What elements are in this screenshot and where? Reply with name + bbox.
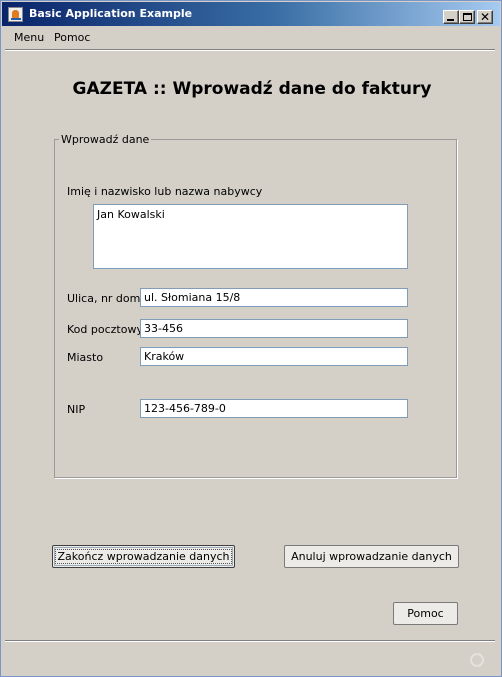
close-button[interactable]: ✕ (477, 10, 493, 24)
help-button[interactable]: Pomoc (393, 602, 458, 625)
buyer-textarea[interactable]: Jan Kowalski (93, 204, 408, 269)
postal-code-field[interactable]: 33-456 (140, 319, 408, 338)
menu-separator (5, 49, 495, 51)
nip-field[interactable]: 123-456-789-0 (140, 399, 408, 418)
busy-indicator-icon (470, 653, 484, 667)
java-app-icon (8, 7, 23, 22)
city-label: Miasto (67, 351, 104, 364)
nip-label: NIP (67, 403, 86, 416)
postal-label: Kod pocztowy (67, 323, 143, 336)
city-field[interactable]: Kraków (140, 347, 408, 366)
minimize-icon (447, 19, 454, 21)
menu-pomoc[interactable]: Pomoc (54, 31, 90, 44)
window-title: Basic Application Example (29, 7, 193, 20)
street-field[interactable]: ul. Słomiana 15/8 (140, 288, 408, 307)
page-title: GAZETA :: Wprowadź dane do faktury (72, 79, 432, 99)
buyer-label: Imię i nazwisko lub nazwa nabywcy (67, 185, 263, 198)
status-separator (5, 640, 495, 642)
menu-menu[interactable]: Menu (14, 31, 44, 44)
app-window: Basic Application Example ✕ Menu Pomoc G… (0, 0, 502, 677)
title-bar[interactable]: Basic Application Example ✕ (2, 2, 500, 26)
minimize-button[interactable] (443, 10, 459, 24)
finish-input-button[interactable]: Zakończ wprowadzanie danych (52, 545, 235, 568)
maximize-button[interactable] (459, 10, 475, 24)
menu-bar: Menu Pomoc (2, 28, 500, 48)
close-icon: ✕ (480, 10, 491, 24)
maximize-icon (463, 13, 472, 21)
group-legend: Wprowadź dane (59, 133, 152, 146)
street-label: Ulica, nr domu (67, 292, 148, 305)
finish-input-label: Zakończ wprowadzanie danych (55, 549, 232, 564)
cancel-input-button[interactable]: Anuluj wprowadzanie danych (284, 545, 459, 568)
